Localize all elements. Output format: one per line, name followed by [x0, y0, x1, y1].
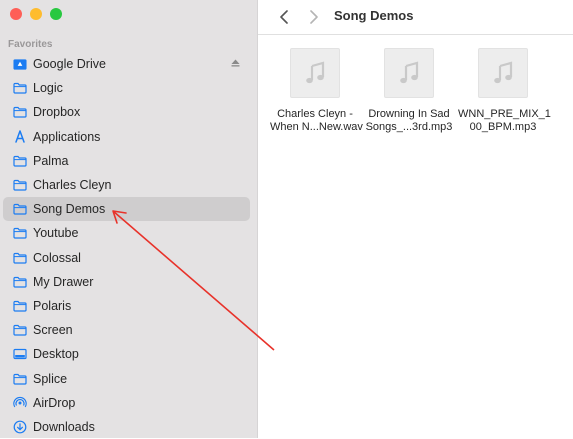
sidebar-item-label: My Drawer [33, 274, 94, 289]
sidebar-item-label: Screen [33, 323, 73, 338]
folder-icon [13, 226, 27, 240]
file-name-line: Drowning In Sad [368, 108, 450, 120]
sidebar-item-label: Splice [33, 371, 68, 386]
sidebar-item-my-drawer[interactable]: My Drawer [3, 270, 250, 294]
forward-button[interactable] [306, 9, 322, 25]
sidebar-item-colossal[interactable]: Colossal [3, 246, 250, 270]
folder-icon [13, 81, 27, 95]
file-name-line: When N...New.wav [270, 121, 363, 133]
sidebar-item-youtube[interactable]: Youtube [3, 221, 250, 245]
music-note-icon [494, 61, 513, 84]
sidebar-item-logic[interactable]: Logic [3, 76, 250, 100]
google-drive-icon [13, 57, 27, 71]
file-thumbnail [478, 48, 528, 98]
sidebar-item-charles-cleyn[interactable]: Charles Cleyn [3, 173, 250, 197]
sidebar-item-airdrop[interactable]: AirDrop [3, 391, 250, 415]
file-name-line: 00_BPM.mp3 [469, 121, 537, 133]
favorites-header: Favorites [8, 39, 53, 50]
sidebar-item-label: Youtube [33, 226, 79, 241]
sidebar-item-applications[interactable]: Applications [3, 125, 250, 149]
downloads-icon [13, 420, 27, 434]
music-note-icon [400, 61, 419, 84]
folder-icon [13, 323, 27, 337]
sidebar-item-label: Applications [33, 129, 101, 144]
sidebar-item-label: Charles Cleyn [33, 178, 112, 193]
sidebar-item-downloads[interactable]: Downloads [3, 415, 250, 439]
sidebar-item-song-demos[interactable]: Song Demos [3, 197, 250, 222]
sidebar-item-splice[interactable]: Splice [3, 366, 250, 390]
desktop-icon [13, 347, 27, 361]
folder-icon [13, 178, 27, 192]
file-name-line: WNN_PRE_MIX_1 [458, 108, 551, 120]
sidebar-item-palma[interactable]: Palma [3, 149, 250, 173]
folder-icon [13, 202, 27, 216]
back-button[interactable] [276, 9, 292, 25]
sidebar-item-label: Google Drive [33, 57, 106, 72]
file-name: Charles Cleyn - When N...New.wav [270, 108, 363, 134]
file-item[interactable]: Charles Cleyn - When N...New.wav [270, 44, 363, 134]
folder-icon [13, 105, 27, 119]
sidebar-item-dropbox[interactable]: Dropbox [3, 100, 250, 124]
file-name: WNN_PRE_MIX_1 00_BPM.mp3 [458, 108, 551, 134]
file-name: Drowning In Sad Songs_...3rd.mp3 [364, 108, 454, 134]
sidebar-item-label: Dropbox [33, 105, 81, 120]
file-item[interactable]: Drowning In Sad Songs_...3rd.mp3 [364, 44, 454, 134]
file-name-line: Songs_...3rd.mp3 [365, 121, 453, 133]
toolbar: Song Demos [258, 0, 573, 35]
sidebar-item-polaris[interactable]: Polaris [3, 294, 250, 318]
close-window-button[interactable] [10, 8, 22, 20]
main-pane: Song Demos Charles Cleyn - When N...New.… [258, 0, 573, 438]
file-name-line: Charles Cleyn - [277, 108, 353, 120]
minimize-window-button[interactable] [30, 8, 42, 20]
sidebar-item-screen[interactable]: Screen [3, 318, 250, 342]
folder-icon [13, 251, 27, 265]
sidebar-item-label: Song Demos [33, 202, 106, 217]
window-controls [10, 8, 62, 20]
folder-icon [13, 275, 27, 289]
window-title: Song Demos [334, 8, 414, 23]
folder-icon [13, 154, 27, 168]
sidebar-item-label: Desktop [33, 347, 79, 362]
sidebar-item-label: Colossal [33, 250, 81, 265]
sidebar-item-label: Logic [33, 81, 63, 96]
eject-icon[interactable] [231, 59, 240, 69]
sidebar-item-google-drive[interactable]: Google Drive [3, 52, 250, 76]
folder-icon [13, 372, 27, 386]
sidebar-item-label: AirDrop [33, 395, 76, 410]
zoom-window-button[interactable] [50, 8, 62, 20]
applications-icon [13, 129, 27, 144]
sidebar: Favorites Google Drive Logic Dropbox Applic… [0, 0, 258, 438]
sidebar-item-label: Downloads [33, 419, 95, 434]
music-note-icon [306, 61, 325, 84]
sidebar-item-desktop[interactable]: Desktop [3, 342, 250, 366]
sidebar-list: Google Drive Logic Dropbox Applications Palm… [0, 52, 258, 439]
chevron-right-icon [310, 10, 318, 24]
airdrop-icon [13, 396, 27, 410]
file-item[interactable]: WNN_PRE_MIX_1 00_BPM.mp3 [458, 44, 551, 134]
chevron-left-icon [280, 10, 288, 24]
sidebar-item-label: Palma [33, 153, 69, 168]
file-thumbnail [290, 48, 340, 98]
sidebar-item-label: Polaris [33, 298, 72, 313]
file-thumbnail [384, 48, 434, 98]
folder-icon [13, 299, 27, 313]
